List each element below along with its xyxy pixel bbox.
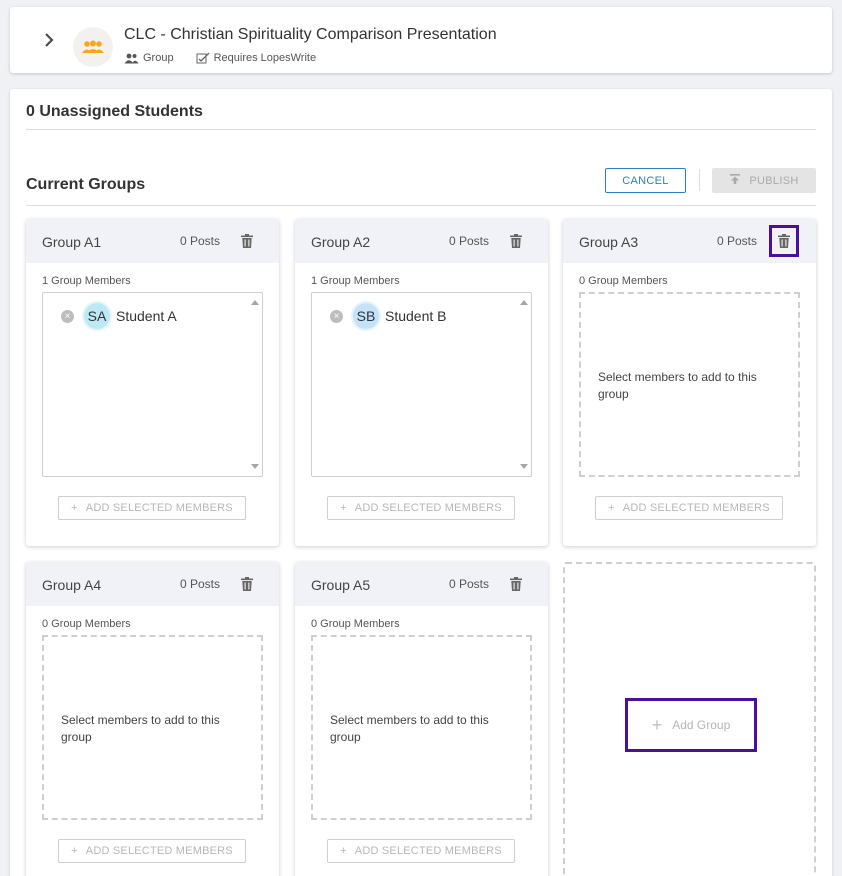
member-item: × SB Student B: [330, 303, 447, 329]
member-name: Student A: [116, 308, 177, 324]
group-card-a3: Group A3 0 Posts 0 Group Members Select …: [563, 219, 816, 546]
plus-icon: +: [651, 714, 663, 735]
group-posts: 0 Posts: [179, 577, 220, 591]
add-group-card: + Add Group: [563, 562, 816, 876]
trash-icon[interactable]: [239, 575, 255, 593]
group-card-a5: Group A5 0 Posts 0 Group Members Select …: [295, 562, 548, 876]
toolbar-divider: [699, 169, 700, 191]
group-name: Group A1: [42, 234, 102, 250]
group-name: Group A2: [311, 234, 371, 250]
member-item: × SA Student A: [61, 303, 177, 329]
upload-icon: [729, 173, 741, 188]
group-people-icon: [73, 27, 113, 67]
group-header: Group A4 0 Posts: [26, 562, 279, 606]
member-drop-zone[interactable]: Select members to add to this group: [311, 635, 532, 820]
trash-icon[interactable]: [508, 232, 524, 250]
scroll-up-icon[interactable]: [251, 300, 259, 305]
divider: [26, 129, 816, 130]
group-posts: 0 Posts: [716, 234, 757, 248]
group-posts: 0 Posts: [179, 234, 220, 248]
assignment-header: CLC - Christian Spirituality Comparison …: [10, 7, 832, 73]
group-header: Group A5 0 Posts: [295, 562, 548, 606]
group-card-a1: Group A1 0 Posts 1 Group Members × SA St…: [26, 219, 279, 546]
group-posts: 0 Posts: [448, 577, 489, 591]
group-header: Group A3 0 Posts: [563, 219, 816, 263]
members-count: 1 Group Members: [42, 275, 131, 287]
empty-group-message: Select members to add to this group: [330, 713, 489, 744]
plus-icon: +: [71, 845, 78, 857]
add-selected-label: ADD SELECTED MEMBERS: [85, 845, 233, 857]
add-selected-label: ADD SELECTED MEMBERS: [85, 502, 233, 514]
add-selected-members-button[interactable]: + ADD SELECTED MEMBERS: [595, 496, 783, 520]
unassigned-students-heading: 0 Unassigned Students: [26, 103, 203, 120]
cancel-button[interactable]: CANCEL: [605, 168, 686, 193]
members-count: 1 Group Members: [311, 275, 400, 287]
add-selected-label: ADD SELECTED MEMBERS: [354, 845, 502, 857]
document-check-icon: [196, 52, 210, 64]
plus-icon: +: [340, 845, 347, 857]
scroll-up-icon[interactable]: [520, 300, 528, 305]
divider: [26, 205, 816, 206]
trash-icon[interactable]: [508, 575, 524, 593]
current-groups-heading: Current Groups: [26, 176, 146, 193]
requirement-label: Requires LopesWrite: [213, 52, 317, 64]
plus-icon: +: [340, 502, 347, 514]
avatar: SA: [84, 303, 110, 329]
assignment-title: CLC - Christian Spirituality Comparison …: [124, 26, 497, 43]
member-drop-zone[interactable]: Select members to add to this group: [42, 635, 263, 820]
add-selected-members-button[interactable]: + ADD SELECTED MEMBERS: [58, 496, 246, 520]
scroll-down-icon[interactable]: [520, 464, 528, 469]
publish-button[interactable]: PUBLISH: [712, 168, 816, 193]
add-group-button[interactable]: + Add Group: [625, 698, 757, 752]
member-name: Student B: [385, 308, 447, 324]
group-name: Group A3: [579, 234, 639, 250]
member-drop-zone[interactable]: Select members to add to this group: [579, 292, 800, 477]
members-count: 0 Group Members: [579, 275, 668, 287]
users-icon: [124, 53, 139, 64]
assignment-meta: Group Requires LopesWrite: [124, 52, 316, 64]
member-list[interactable]: × SA Student A: [42, 292, 263, 477]
add-selected-label: ADD SELECTED MEMBERS: [354, 502, 502, 514]
avatar: SB: [353, 303, 379, 329]
group-card-a4: Group A4 0 Posts 0 Group Members Select …: [26, 562, 279, 876]
group-header: Group A2 0 Posts: [295, 219, 548, 263]
members-count: 0 Group Members: [42, 618, 131, 630]
group-name: Group A4: [42, 577, 102, 593]
plus-icon: +: [608, 502, 615, 514]
add-selected-members-button[interactable]: + ADD SELECTED MEMBERS: [58, 839, 246, 863]
member-list[interactable]: × SB Student B: [311, 292, 532, 477]
plus-icon: +: [71, 502, 78, 514]
scrollbar[interactable]: [248, 293, 262, 476]
scrollbar[interactable]: [517, 293, 531, 476]
publish-label: PUBLISH: [749, 174, 799, 187]
trash-icon[interactable]: [239, 232, 255, 250]
add-selected-members-button[interactable]: + ADD SELECTED MEMBERS: [327, 496, 515, 520]
empty-group-message: Select members to add to this group: [61, 713, 220, 744]
remove-member-icon[interactable]: ×: [330, 309, 343, 323]
trash-icon[interactable]: [769, 225, 799, 257]
add-group-label: Add Group: [672, 718, 731, 732]
group-name: Group A5: [311, 577, 371, 593]
scroll-down-icon[interactable]: [251, 464, 259, 469]
group-card-a2: Group A2 0 Posts 1 Group Members × SB St…: [295, 219, 548, 546]
group-posts: 0 Posts: [448, 234, 489, 248]
add-selected-label: ADD SELECTED MEMBERS: [622, 502, 770, 514]
remove-member-icon[interactable]: ×: [61, 309, 74, 323]
members-count: 0 Group Members: [311, 618, 400, 630]
empty-group-message: Select members to add to this group: [598, 370, 757, 401]
chevron-right-icon[interactable]: [38, 29, 60, 51]
group-type-label: Group: [143, 52, 174, 64]
add-selected-members-button[interactable]: + ADD SELECTED MEMBERS: [327, 839, 515, 863]
group-header: Group A1 0 Posts: [26, 219, 279, 263]
